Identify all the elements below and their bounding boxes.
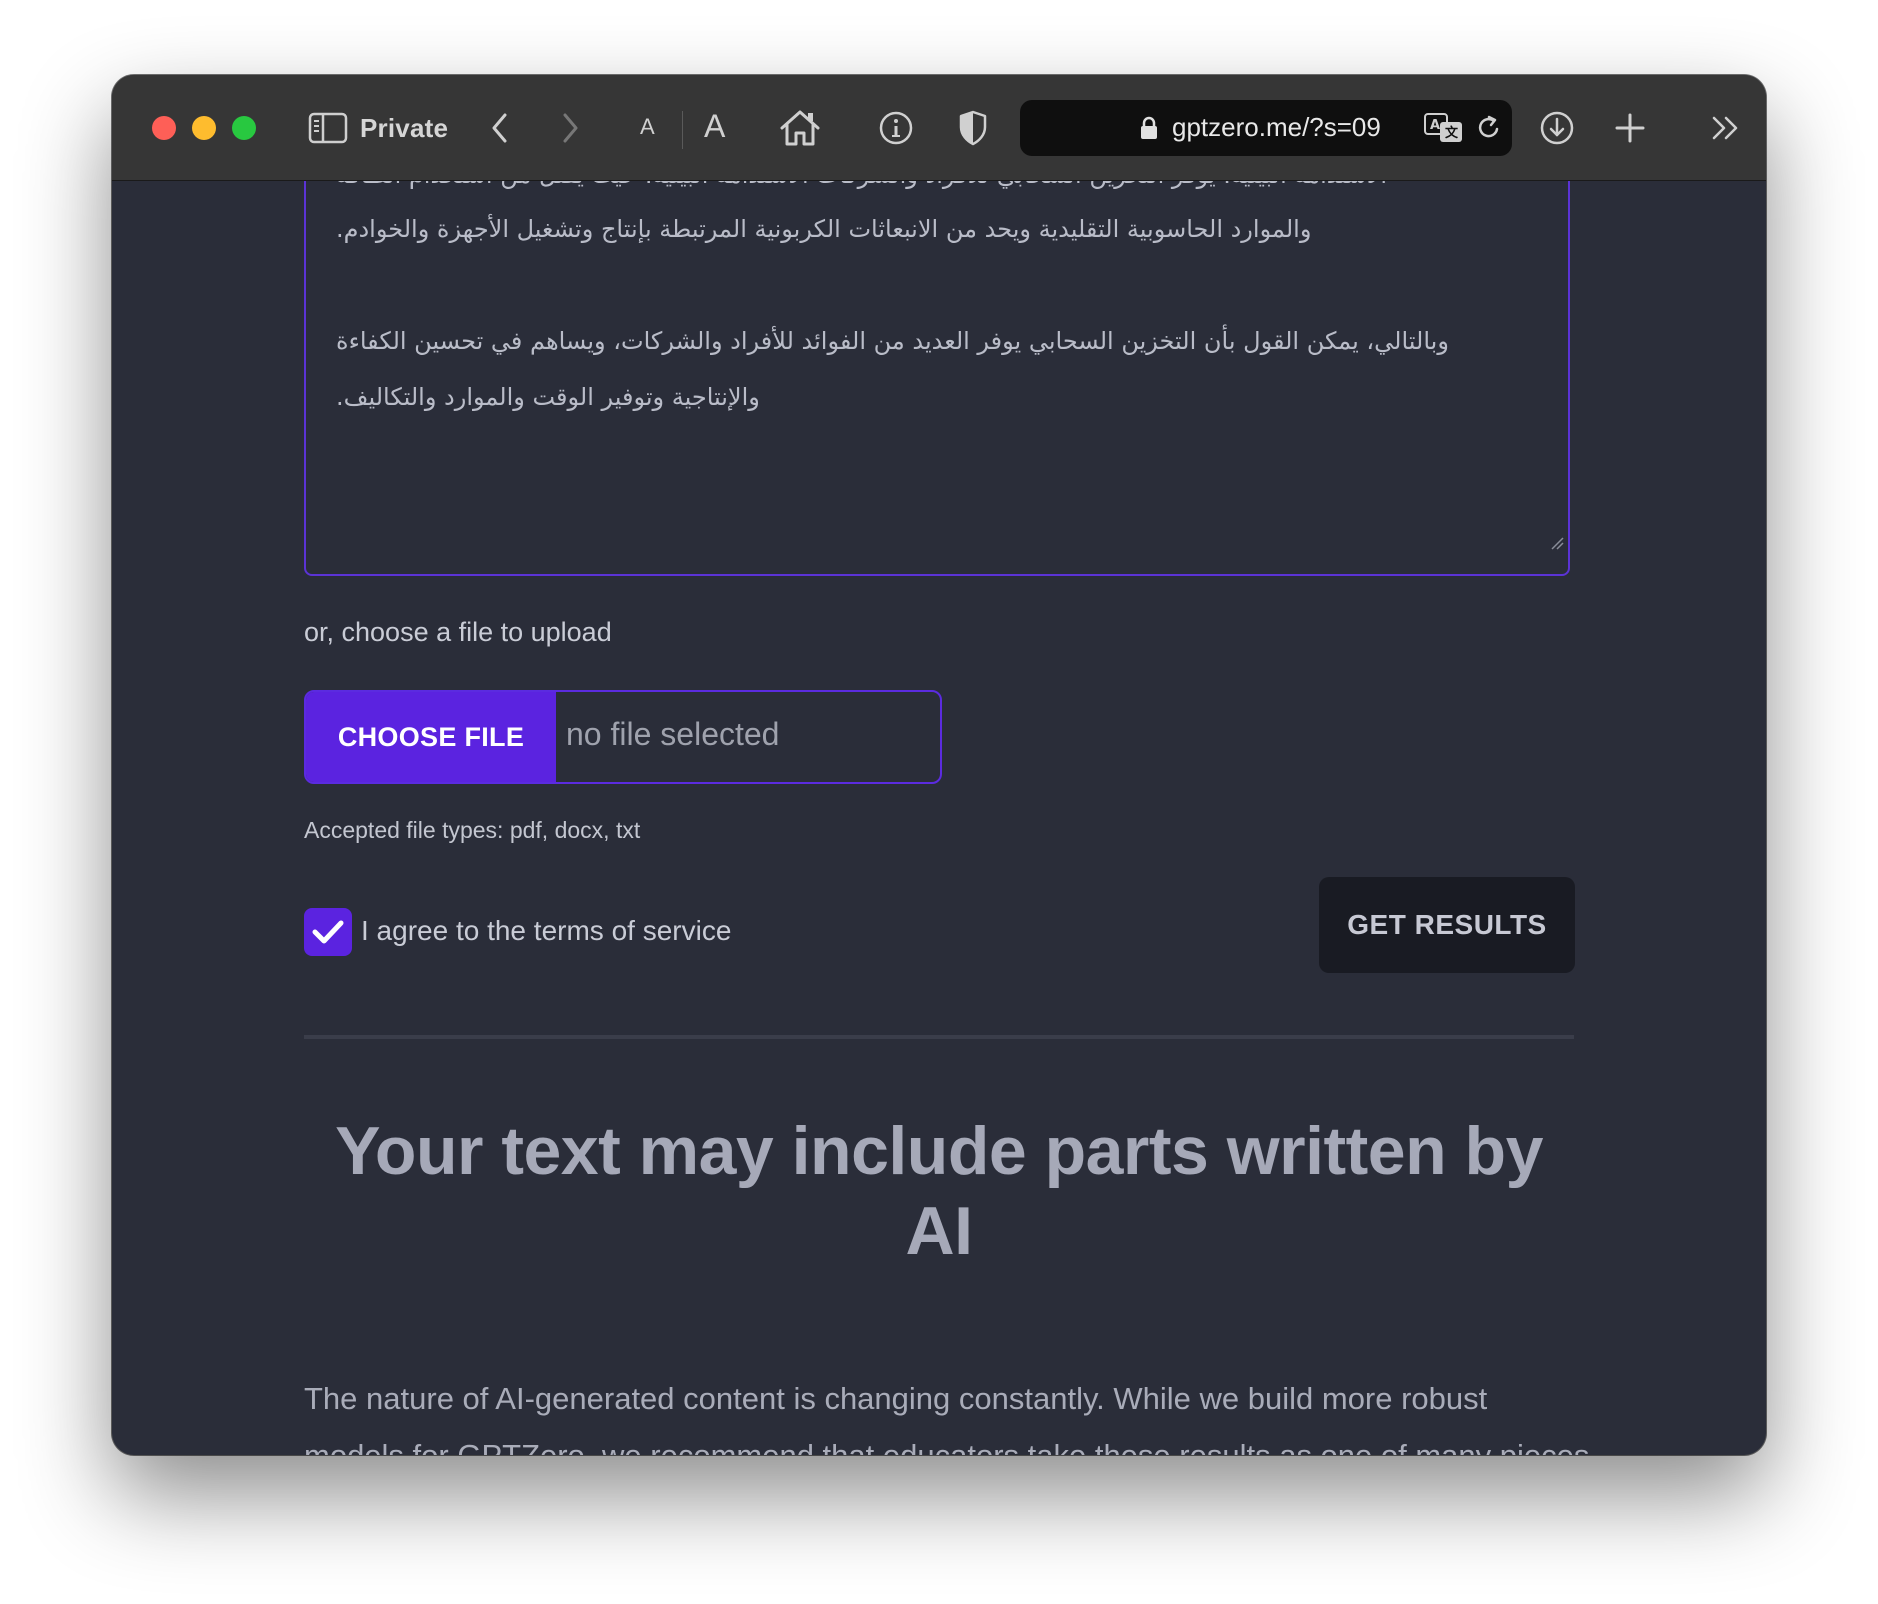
translate-icon[interactable]: A 文 (1424, 113, 1464, 148)
downloads-icon[interactable] (1538, 105, 1576, 151)
url-text: gptzero.me/?s=09 (1172, 112, 1381, 142)
text-line: والإنتاجية وتوفير الوقت والموارد والتكال… (336, 383, 760, 411)
text-line: وبالتالي، يمكن القول بأن التخزين السحابي… (336, 327, 1449, 355)
text-line: والموارد الحاسوبية التقليدية ويحد من الا… (336, 215, 1312, 243)
file-upload-control[interactable]: CHOOSE FILE no file selected (304, 690, 942, 784)
font-size-separator (682, 111, 683, 149)
reload-icon[interactable] (1476, 114, 1502, 147)
back-icon[interactable] (488, 105, 512, 151)
text-line-partial: الاستدامة البيئية. يوفر التخزين السحابي … (336, 181, 1522, 201)
new-tab-icon[interactable] (1612, 105, 1648, 151)
zoom-window-button[interactable] (232, 116, 256, 140)
resize-handle-icon[interactable] (1550, 514, 1564, 570)
terms-label[interactable]: I agree to the terms of service (361, 915, 731, 947)
private-label: Private (360, 113, 449, 143)
terms-checkbox[interactable] (304, 908, 352, 956)
home-icon[interactable] (778, 105, 822, 151)
svg-text:A: A (1430, 118, 1440, 133)
increase-font-button[interactable]: A (704, 108, 725, 145)
check-icon (312, 920, 344, 944)
tab-overflow-icon[interactable] (1710, 105, 1742, 151)
forward-icon[interactable] (558, 105, 582, 151)
file-status-text: no file selected (566, 716, 780, 752)
browser-window: Private A A gptzero.me/?s=09 A 文 والموار… (112, 75, 1766, 1455)
result-heading: Your text may include parts written by A… (335, 1113, 1543, 1269)
page-content: الاستدامة البيئية. يوفر التخزين السحابي … (112, 181, 1766, 1455)
section-divider (304, 1035, 1574, 1039)
address-bar[interactable]: gptzero.me/?s=09 A 文 (1020, 100, 1512, 156)
browser-toolbar: Private A A gptzero.me/?s=09 A 文 (112, 75, 1766, 181)
choose-file-button[interactable]: CHOOSE FILE (306, 692, 556, 782)
accepted-file-types: Accepted file types: pdf, docx, txt (304, 817, 641, 843)
get-results-button[interactable]: GET RESULTS (1319, 877, 1575, 973)
result-description: The nature of AI-generated content is ch… (304, 1381, 1589, 1455)
minimize-window-button[interactable] (192, 116, 216, 140)
decrease-font-button[interactable]: A (640, 114, 655, 140)
privacy-shield-icon[interactable] (956, 105, 990, 151)
info-icon[interactable] (878, 105, 914, 151)
close-window-button[interactable] (152, 116, 176, 140)
upload-label: or, choose a file to upload (304, 617, 612, 647)
sidebar-toggle-icon[interactable] (308, 105, 348, 151)
lock-icon (1140, 116, 1158, 145)
svg-text:文: 文 (1445, 125, 1459, 141)
text-input-area[interactable]: الاستدامة البيئية. يوفر التخزين السحابي … (304, 181, 1570, 576)
